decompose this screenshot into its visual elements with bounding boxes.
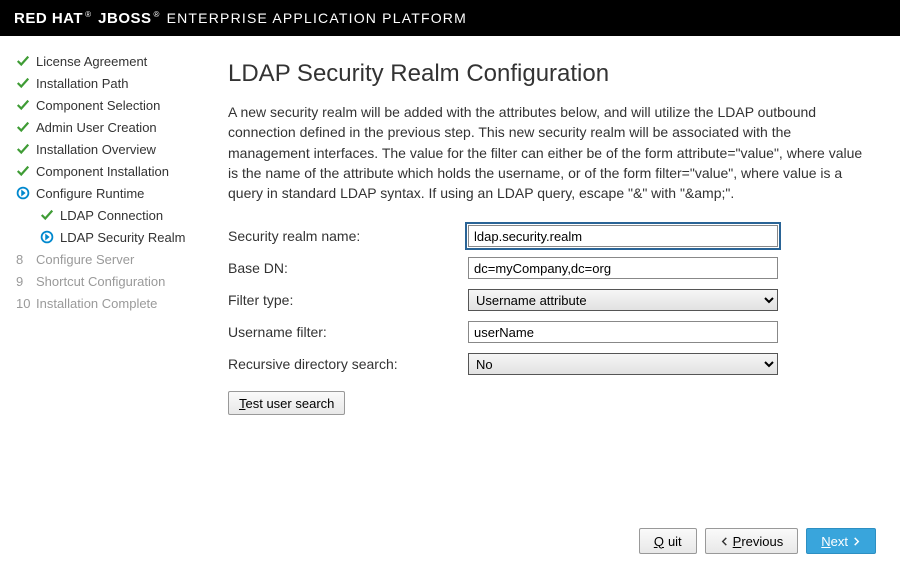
step-label: Shortcut Configuration [36, 274, 165, 289]
next-button[interactable]: Next [806, 528, 876, 554]
test-user-search-button[interactable]: Test user search [228, 391, 345, 415]
step-label: Component Installation [36, 164, 169, 179]
arrow-right-icon [40, 230, 60, 244]
step-label: Installation Path [36, 76, 129, 91]
step-install-path: Installation Path [16, 72, 210, 94]
username-filter-input[interactable] [468, 321, 778, 343]
quit-button[interactable]: Quit [639, 528, 697, 554]
recursive-search-select[interactable]: No [468, 353, 778, 375]
check-icon [16, 120, 36, 134]
step-label: Admin User Creation [36, 120, 157, 135]
check-icon [16, 76, 36, 90]
row-username-filter: Username filter: [228, 321, 870, 343]
mnemonic: N [821, 534, 830, 549]
check-icon [16, 54, 36, 68]
check-icon [16, 142, 36, 156]
step-label: Configure Runtime [36, 186, 144, 201]
row-filter-type: Filter type: Username attribute [228, 289, 870, 311]
step-label: License Agreement [36, 54, 147, 69]
step-label: Installation Overview [36, 142, 156, 157]
header-title: RED HAT® JBOSS® ENTERPRISE APPLICATION P… [14, 10, 467, 27]
step-license: License Agreement [16, 50, 210, 72]
brand-jboss: JBOSS [98, 10, 151, 27]
step-label: Component Selection [36, 98, 160, 113]
reg-mark: ® [85, 10, 91, 19]
step-number: 10 [16, 296, 36, 311]
btn-rest: revious [741, 534, 783, 549]
realm-name-input[interactable] [468, 225, 778, 247]
step-shortcut-config: 9 Shortcut Configuration [16, 270, 210, 292]
check-icon [16, 164, 36, 178]
btn-rest: ext [831, 534, 848, 549]
step-number: 8 [16, 252, 36, 267]
wizard-footer: Quit Previous Next [639, 528, 876, 554]
label-recursive-search: Recursive directory search: [228, 356, 468, 372]
page-title: LDAP Security Realm Configuration [228, 60, 870, 88]
step-label: Configure Server [36, 252, 134, 267]
btn-rest: uit [668, 534, 682, 549]
row-realm-name: Security realm name: [228, 225, 870, 247]
step-label: Installation Complete [36, 296, 157, 311]
step-label: LDAP Security Realm [60, 230, 185, 245]
label-base-dn: Base DN: [228, 260, 468, 276]
previous-button[interactable]: Previous [705, 528, 799, 554]
base-dn-input[interactable] [468, 257, 778, 279]
step-label: LDAP Connection [60, 208, 163, 223]
step-configure-server: 8 Configure Server [16, 248, 210, 270]
btn-rest: est user search [246, 396, 335, 411]
check-icon [40, 208, 60, 222]
mnemonic: Q [654, 534, 664, 549]
brand-rest: ENTERPRISE APPLICATION PLATFORM [167, 10, 467, 26]
label-filter-type: Filter type: [228, 292, 468, 308]
label-username-filter: Username filter: [228, 324, 468, 340]
chevron-left-icon [720, 537, 729, 546]
brand-redhat: RED HAT [14, 10, 83, 27]
app-header: RED HAT® JBOSS® ENTERPRISE APPLICATION P… [0, 0, 900, 36]
chevron-right-icon [852, 537, 861, 546]
filter-type-select[interactable]: Username attribute [468, 289, 778, 311]
row-recursive-search: Recursive directory search: No [228, 353, 870, 375]
arrow-right-icon [16, 186, 36, 200]
step-install-overview: Installation Overview [16, 138, 210, 160]
row-base-dn: Base DN: [228, 257, 870, 279]
step-component-install: Component Installation [16, 160, 210, 182]
step-admin-user: Admin User Creation [16, 116, 210, 138]
check-icon [16, 98, 36, 112]
substep-ldap-connection: LDAP Connection [16, 204, 210, 226]
page-description: A new security realm will be added with … [228, 102, 868, 203]
wizard-sidebar: License Agreement Installation Path Comp… [0, 36, 210, 568]
substep-ldap-security-realm: LDAP Security Realm [16, 226, 210, 248]
step-component-selection: Component Selection [16, 94, 210, 116]
step-configure-runtime: Configure Runtime [16, 182, 210, 204]
label-realm-name: Security realm name: [228, 228, 468, 244]
step-install-complete: 10 Installation Complete [16, 292, 210, 314]
content-pane: LDAP Security Realm Configuration A new … [210, 36, 900, 568]
reg-mark: ® [154, 10, 160, 19]
step-number: 9 [16, 274, 36, 289]
